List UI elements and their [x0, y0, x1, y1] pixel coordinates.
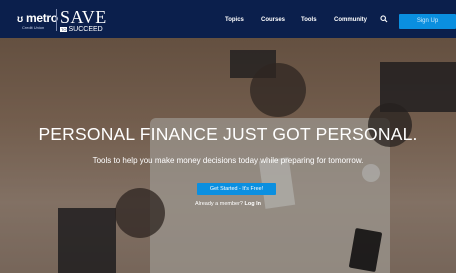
save-logo-succeed: SUCCEED: [68, 26, 103, 33]
nav-tools[interactable]: Tools: [301, 17, 317, 23]
log-in-link[interactable]: Log In: [245, 201, 262, 207]
search-icon[interactable]: [380, 15, 388, 23]
sign-up-button[interactable]: Sign Up: [399, 14, 456, 29]
save-logo-tagline: TO SUCCEED: [60, 26, 103, 33]
hero-subheadline: Tools to help you make money decisions t…: [92, 156, 364, 165]
nav-courses[interactable]: Courses: [261, 17, 285, 23]
nav-topics[interactable]: Topics: [225, 17, 244, 23]
hero-headline: PERSONAL FINANCE JUST GOT PERSONAL.: [38, 124, 418, 144]
get-started-button[interactable]: Get Started - It's Free!: [197, 183, 276, 195]
page: ʊ metro Credit Union SAVE TO SUCCEED Topi…: [0, 0, 456, 273]
top-header: ʊ metro Credit Union SAVE TO SUCCEED Topi…: [0, 0, 456, 38]
login-prompt: Already a member? Log In: [0, 201, 456, 207]
brand-sub: Credit Union: [22, 25, 45, 30]
logo-divider: [56, 9, 57, 31]
save-logo-to: TO: [60, 27, 68, 32]
brand-name: metro: [25, 11, 58, 25]
metro-logo-mark-icon: ʊ: [17, 14, 23, 25]
login-prompt-text: Already a member?: [194, 201, 243, 207]
nav-community[interactable]: Community: [334, 17, 367, 23]
save-logo[interactable]: SAVE: [60, 8, 107, 26]
metro-logo[interactable]: ʊ metro: [17, 11, 58, 25]
